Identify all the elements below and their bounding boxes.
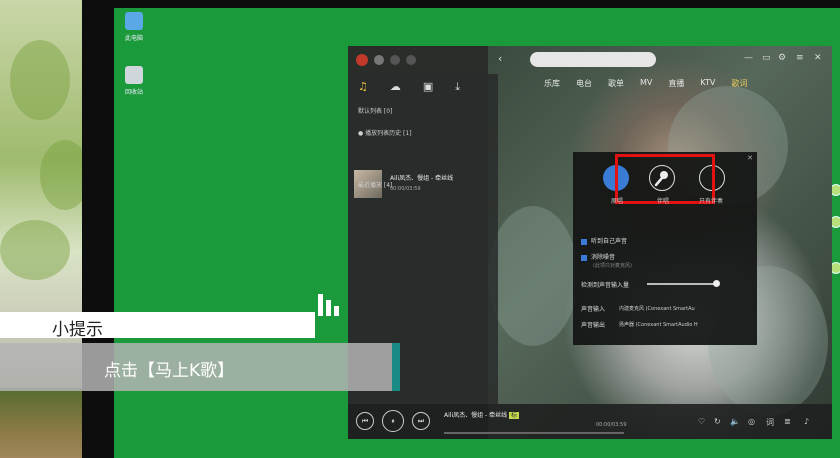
recycle-bin-icon [125,66,143,84]
tab-mv[interactable]: MV [640,78,652,89]
sidebar-item-recent[interactable]: 最近播放 [4] [358,180,392,189]
noise-cancel-note: (此项只对麦克风) [593,263,632,269]
sidebar-icon-bar: ♫ ☁ ▣ ⤓ [358,80,460,94]
pause-button[interactable]: ⏸ [382,410,404,432]
mode-label: 伴唱 [657,198,670,205]
mic-volume-slider[interactable] [647,283,715,285]
tip-text: 点击【马上K歌】 [104,361,235,381]
hear-self-checkbox[interactable]: 听到自己声音 [581,236,627,245]
tab-lyrics[interactable]: 歌词 [731,78,747,89]
tab-ktv[interactable]: KTV [700,78,715,89]
app-logo-icon [356,54,368,66]
tab-live[interactable]: 直播 [668,78,684,89]
settings-icon[interactable]: ⚙ [778,53,786,63]
noise-cancel-checkbox[interactable]: 消除噪音 [581,252,615,261]
desktop-icon-recycle-bin[interactable]: 回收站 [114,66,154,96]
close-icon[interactable]: ✕ [814,53,822,63]
nav-tabs: 乐库 电台 歌单 MV 直播 KTV 歌词 [544,78,747,89]
close-icon[interactable]: ✕ [747,154,753,162]
desktop-icon-label: 回收站 [124,89,143,96]
minimize-icon[interactable]: — [744,53,753,63]
volume-icon[interactable]: 🔈 [730,417,740,426]
computer-icon [125,12,143,30]
cloud-icon[interactable]: ☁ [390,80,401,94]
skin-icon[interactable] [406,55,416,65]
menu-icon[interactable]: ≡ [796,53,804,63]
sidebar-item-default-list[interactable]: 默认列表 [0] [358,106,392,115]
sidebar-item-history[interactable]: ● 播放列表历史 [1] [358,128,412,137]
tip-title-background [0,312,315,338]
title-bar: ‹ — ▭ ⚙ ≡ ✕ [348,46,832,74]
download-icon[interactable]: ⤓ [455,80,460,94]
input-device-label: 声音输入 [581,306,606,313]
desktop-icon-computer[interactable]: 此电脑 [114,12,154,42]
tab-radio[interactable]: 电台 [576,78,592,89]
sound-effect-icon[interactable]: ◎ [748,417,755,426]
music-note-icon[interactable]: ♫ [358,80,368,94]
song-title: Aili凤杰、慢组 - 牵丝线 [390,175,454,182]
loop-icon[interactable]: ↻ [714,417,721,426]
lyrics-icon[interactable]: 词 [766,417,774,428]
mode-label: 原唱 [611,198,624,205]
karaoke-popup: ✕ 原唱 伴唱 只有伴奏 听到自己声音 消除噪音 (此项只对麦克风) 检测到声音… [573,152,757,345]
mini-mode-icon[interactable]: ▭ [762,53,771,63]
song-time: 00:00/03:59 [390,186,421,192]
playback-bar: ⏮ ⏸ ⏭ Aili凤杰、慢组 - 牵丝线 标 00:00/03:59 ♡ ↻ … [348,404,832,439]
playback-time: 00:00/03:59 [596,422,627,428]
user-avatar-icon[interactable] [374,55,384,65]
desktop-icon-label: 此电脑 [124,35,143,42]
music-player-window: ‹ — ▭ ⚙ ≡ ✕ 乐库 电台 歌单 MV 直播 KTV 歌词 ♫ ☁ ▣ … [348,46,832,439]
ktv-icon[interactable]: ♪ [804,417,809,426]
progress-bar[interactable] [444,432,624,434]
input-device-select[interactable]: 内建麦克风 (Conexant SmartAu [619,305,695,312]
mic-volume-slider-handle[interactable] [713,280,720,287]
tab-playlists[interactable]: 歌单 [608,78,624,89]
now-playing-title: Aili凤杰、慢组 - 牵丝线 标 [444,412,520,419]
output-device-label: 声音输出 [581,322,606,329]
mail-icon[interactable] [390,55,400,65]
heart-icon[interactable]: ♡ [698,417,705,426]
output-device-select[interactable]: 扬声器 (Conexant SmartAudio H [619,321,698,328]
tab-library[interactable]: 乐库 [544,78,560,89]
playlist-icon[interactable]: ≣ [784,417,791,426]
mic-volume-label: 检测到声音输入量 [581,282,630,289]
previous-button[interactable]: ⏮ [356,412,374,430]
quality-badge: 标 [509,412,520,419]
search-input[interactable] [530,52,656,67]
monitor-bezel-top [82,0,840,8]
next-button[interactable]: ⏭ [412,412,430,430]
device-icon[interactable]: ▣ [423,80,433,94]
back-arrow-icon[interactable]: ‹ [498,52,502,65]
mode-label: 只有伴奏 [699,198,724,205]
screen: 此电脑 回收站 ‹ — ▭ ⚙ ≡ ✕ 乐库 电台 歌单 MV 直播 KTV 歌… [0,0,840,458]
tip-text-accent [392,343,400,391]
tip-title: 小提示 [52,320,103,340]
